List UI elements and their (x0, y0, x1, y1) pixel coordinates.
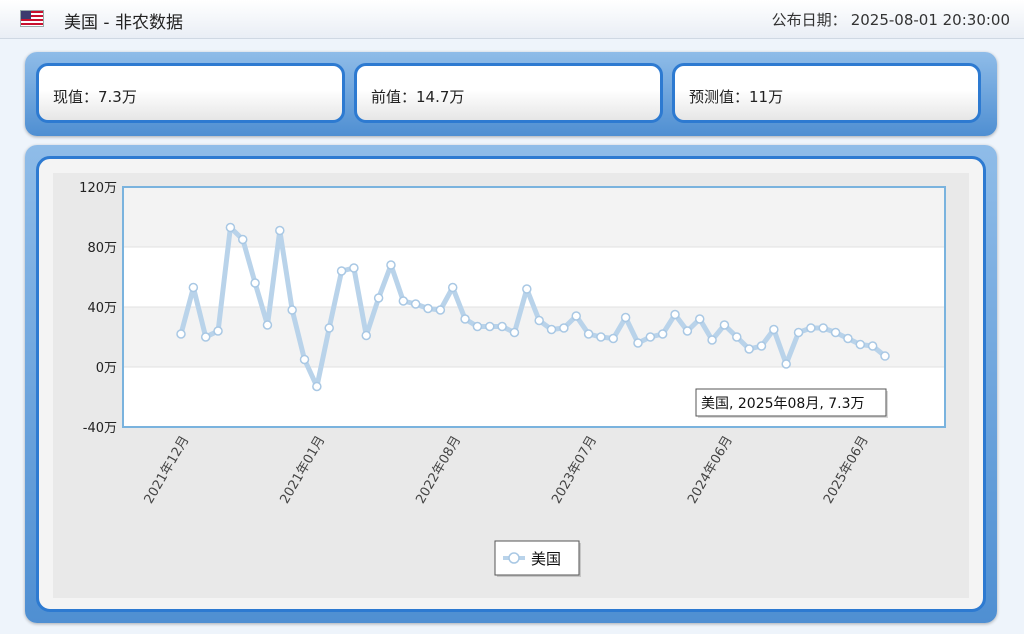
data-point[interactable] (806, 323, 816, 333)
legend[interactable]: 美国 (494, 540, 581, 577)
data-point[interactable] (522, 284, 532, 294)
data-point[interactable] (447, 282, 458, 293)
data-point[interactable] (336, 266, 347, 276)
previous-value-card: 前值：14.7万 (354, 63, 663, 123)
previous-value: 前值：14.7万 (371, 88, 465, 106)
data-point[interactable] (225, 222, 236, 233)
data-point[interactable] (620, 312, 631, 323)
data-point[interactable] (398, 296, 409, 306)
y-tick-label: 120万 (79, 181, 117, 196)
publish-date-value: 2025-08-01 20:30:00 (850, 11, 1010, 29)
us-flag-icon (20, 10, 44, 27)
data-point[interactable] (546, 324, 557, 335)
chart-panel: -40万 0万 40万 80万 120万 2021年12月 2021年01月 2022年08月… (25, 145, 997, 623)
data-point[interactable] (719, 320, 730, 330)
legend-marker (508, 552, 520, 564)
forecast-value-card: 预测值：11万 (672, 63, 981, 123)
data-point[interactable] (769, 324, 779, 335)
data-point[interactable] (238, 234, 248, 245)
data-point[interactable] (262, 320, 273, 330)
data-point[interactable] (472, 321, 483, 332)
data-point[interactable] (596, 332, 606, 342)
y-tick-label: 0万 (96, 361, 117, 376)
actual-value: 现值：7.3万 (53, 88, 137, 106)
data-point[interactable] (485, 321, 495, 332)
data-point[interactable] (324, 323, 334, 333)
tooltip: 美国, 2025年08月, 7.3万 (695, 388, 888, 418)
data-point[interactable] (361, 330, 372, 341)
data-point[interactable] (867, 341, 878, 351)
title-bar: 美国 - 非农数据 公布日期： 2025-08-01 20:30:00 (0, 0, 1024, 39)
data-point[interactable] (250, 278, 260, 288)
data-point[interactable] (645, 332, 656, 342)
data-point[interactable] (793, 327, 804, 338)
page-title: 美国 - 非农数据 (64, 13, 183, 33)
legend-label: 美国 (531, 550, 561, 568)
data-point[interactable] (299, 354, 310, 365)
data-point[interactable] (583, 329, 594, 339)
y-tick-label: 40万 (87, 301, 117, 316)
publish-date-label: 公布日期： (771, 11, 847, 29)
data-point[interactable] (633, 338, 643, 348)
data-point[interactable] (880, 351, 890, 361)
data-point[interactable] (423, 303, 433, 314)
data-point[interactable] (670, 309, 680, 320)
line-chart[interactable]: -40万0万40万80万120万2021年12月 2021年01月 2022年08月… (39, 159, 983, 609)
data-point[interactable] (200, 332, 211, 342)
data-point[interactable] (756, 341, 767, 351)
data-point[interactable] (744, 344, 754, 354)
data-point[interactable] (373, 293, 384, 303)
publish-date: 公布日期： 2025-08-01 20:30:00 (768, 9, 1010, 30)
data-point[interactable] (657, 329, 668, 339)
data-point[interactable] (732, 332, 742, 342)
data-point[interactable] (497, 321, 507, 332)
data-point[interactable] (559, 323, 569, 333)
data-point[interactable] (435, 305, 446, 315)
data-point[interactable] (287, 305, 297, 315)
data-point[interactable] (682, 326, 693, 336)
data-point[interactable] (843, 333, 853, 344)
data-point[interactable] (312, 381, 322, 392)
actual-value-card: 现值：7.3万 (36, 63, 345, 123)
data-point[interactable] (460, 314, 470, 324)
data-point[interactable] (176, 329, 186, 339)
data-point[interactable] (571, 311, 581, 321)
data-point[interactable] (534, 315, 544, 326)
y-tick-label: 80万 (87, 241, 117, 256)
y-tick-label: -40万 (83, 421, 117, 436)
data-point[interactable] (818, 323, 828, 333)
data-point[interactable] (608, 333, 619, 344)
data-point[interactable] (349, 263, 359, 273)
data-point[interactable] (386, 260, 396, 270)
values-panel: 现值：7.3万 前值：14.7万 预测值：11万 (25, 52, 997, 136)
data-point[interactable] (509, 327, 520, 338)
data-point[interactable] (707, 335, 717, 345)
data-point[interactable] (830, 327, 841, 338)
data-point[interactable] (188, 282, 199, 293)
data-point[interactable] (213, 326, 223, 336)
data-point[interactable] (781, 359, 791, 369)
forecast-value: 预测值：11万 (689, 88, 784, 106)
tooltip-text: 美国, 2025年08月, 7.3万 (701, 396, 865, 412)
data-point[interactable] (275, 225, 285, 236)
chart-container: -40万 0万 40万 80万 120万 2021年12月 2021年01月 2022年08月… (36, 156, 986, 612)
data-point[interactable] (855, 339, 866, 350)
plot-band (123, 307, 945, 367)
data-point[interactable] (410, 299, 421, 309)
data-point[interactable] (694, 314, 705, 324)
